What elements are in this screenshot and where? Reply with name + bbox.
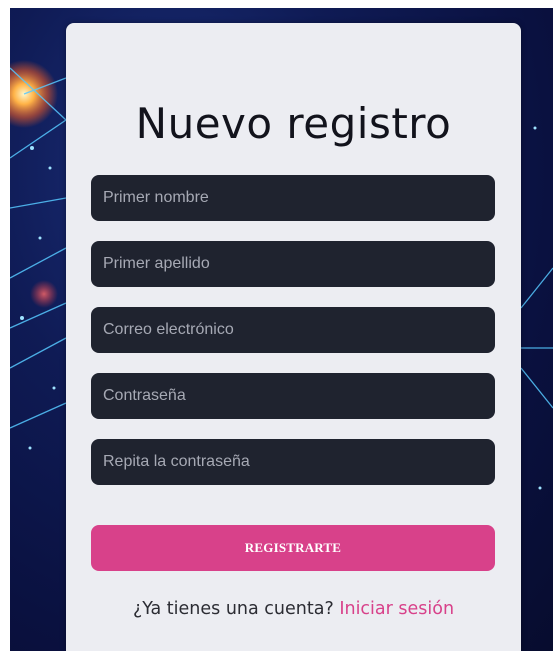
register-button[interactable]: REGISTRARTE [91,525,495,571]
password-input[interactable] [91,373,495,419]
first-name-input[interactable] [91,175,495,221]
page-title: Nuevo registro [135,99,452,148]
email-input[interactable] [91,307,495,353]
register-card: Nuevo registro REGISTRARTE ¿Ya tienes un… [66,23,521,651]
screen: Nuevo registro REGISTRARTE ¿Ya tienes un… [0,0,553,651]
login-prompt-text: ¿Ya tienes una cuenta? [132,599,340,619]
login-prompt: ¿Ya tienes una cuenta? Iniciar sesión [66,599,521,619]
confirm-password-input[interactable] [91,439,495,485]
last-name-input[interactable] [91,241,495,287]
login-link[interactable]: Iniciar sesión [339,599,454,619]
